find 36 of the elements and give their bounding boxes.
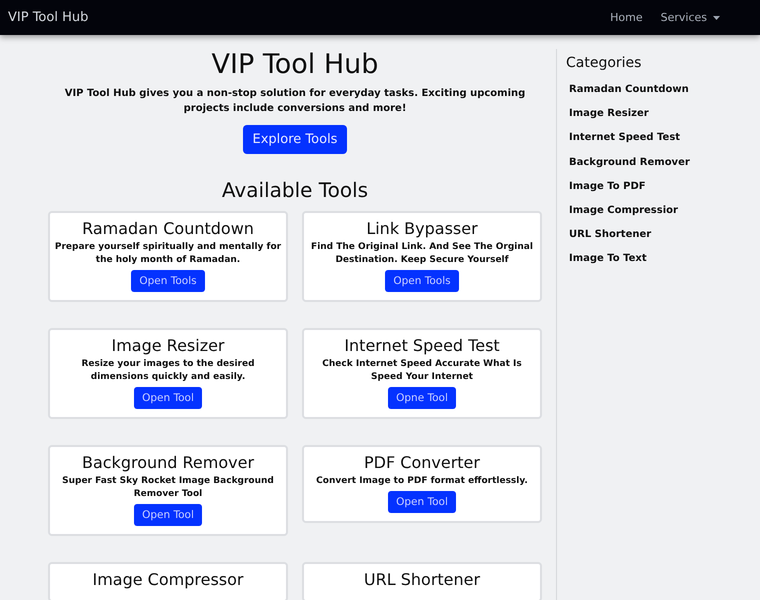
category-link[interactable]: Image Compressior — [566, 199, 756, 224]
tool-title: Image Compressor — [92, 570, 244, 589]
open-tool-button[interactable]: Open Tools — [131, 270, 205, 292]
section-heading: Available Tools — [222, 178, 368, 202]
category-link[interactable]: Ramadan Countdown — [566, 78, 756, 102]
category-link[interactable]: Background Remover — [566, 150, 756, 175]
tool-title: Ramadan Countdown — [82, 219, 254, 238]
tool-description: Super Fast Sky Rocket Image Background Remover Tool — [61, 475, 275, 501]
category-link[interactable]: Internet Speed Test — [566, 126, 756, 151]
explore-button[interactable]: Explore Tools — [242, 125, 348, 154]
tool-title: URL Shortener — [364, 570, 480, 589]
tool-description: Find The Original Link. And See The Orginal Destination. Keep Secure Yourself — [310, 241, 534, 267]
nav-link[interactable]: Home — [610, 11, 643, 24]
tool-title: PDF Converter — [364, 453, 480, 472]
page-title: VIP Tool Hub — [212, 49, 378, 80]
brand-link[interactable]: VIP Tool Hub — [8, 10, 88, 25]
tool-title: Link Bypasser — [366, 219, 478, 238]
tool-title: Image Resizer — [111, 336, 225, 355]
category-link[interactable]: Image To Text — [566, 247, 756, 272]
tool-description: Check Internet Speed Accurate What Is Speed Your Internet — [321, 358, 523, 384]
category-link[interactable]: Image Resizer — [566, 102, 756, 126]
tool-description: Convert Image to PDF format effortlessly. — [316, 475, 528, 488]
tool-title: Background Remover — [82, 453, 254, 472]
open-tool-button[interactable]: Opne Tool — [388, 387, 456, 409]
category-link[interactable]: URL Shortener — [566, 223, 756, 248]
category-link[interactable]: Image To PDF — [566, 174, 756, 200]
open-tool-button[interactable]: Open Tools — [385, 270, 459, 292]
nav-link[interactable]: Services — [660, 11, 720, 24]
open-tool-button[interactable]: Open Tool — [134, 504, 202, 526]
tool-description: Resize your images to the desired dimensions quickly and easily. — [80, 358, 256, 384]
open-tool-button[interactable]: Open Tool — [134, 387, 202, 409]
intro-text: VIP Tool Hub gives you a non-stop solution for everyday tasks. Exciting upcoming projects include conversions and more! — [64, 87, 526, 116]
tool-title: Internet Speed Test — [344, 336, 500, 355]
tool-description: Prepare yourself spiritually and mentally for the holy month of Ramadan. — [54, 241, 282, 267]
sidebar-title: Categories — [566, 55, 642, 71]
open-tool-button[interactable]: Open Tool — [388, 491, 456, 513]
